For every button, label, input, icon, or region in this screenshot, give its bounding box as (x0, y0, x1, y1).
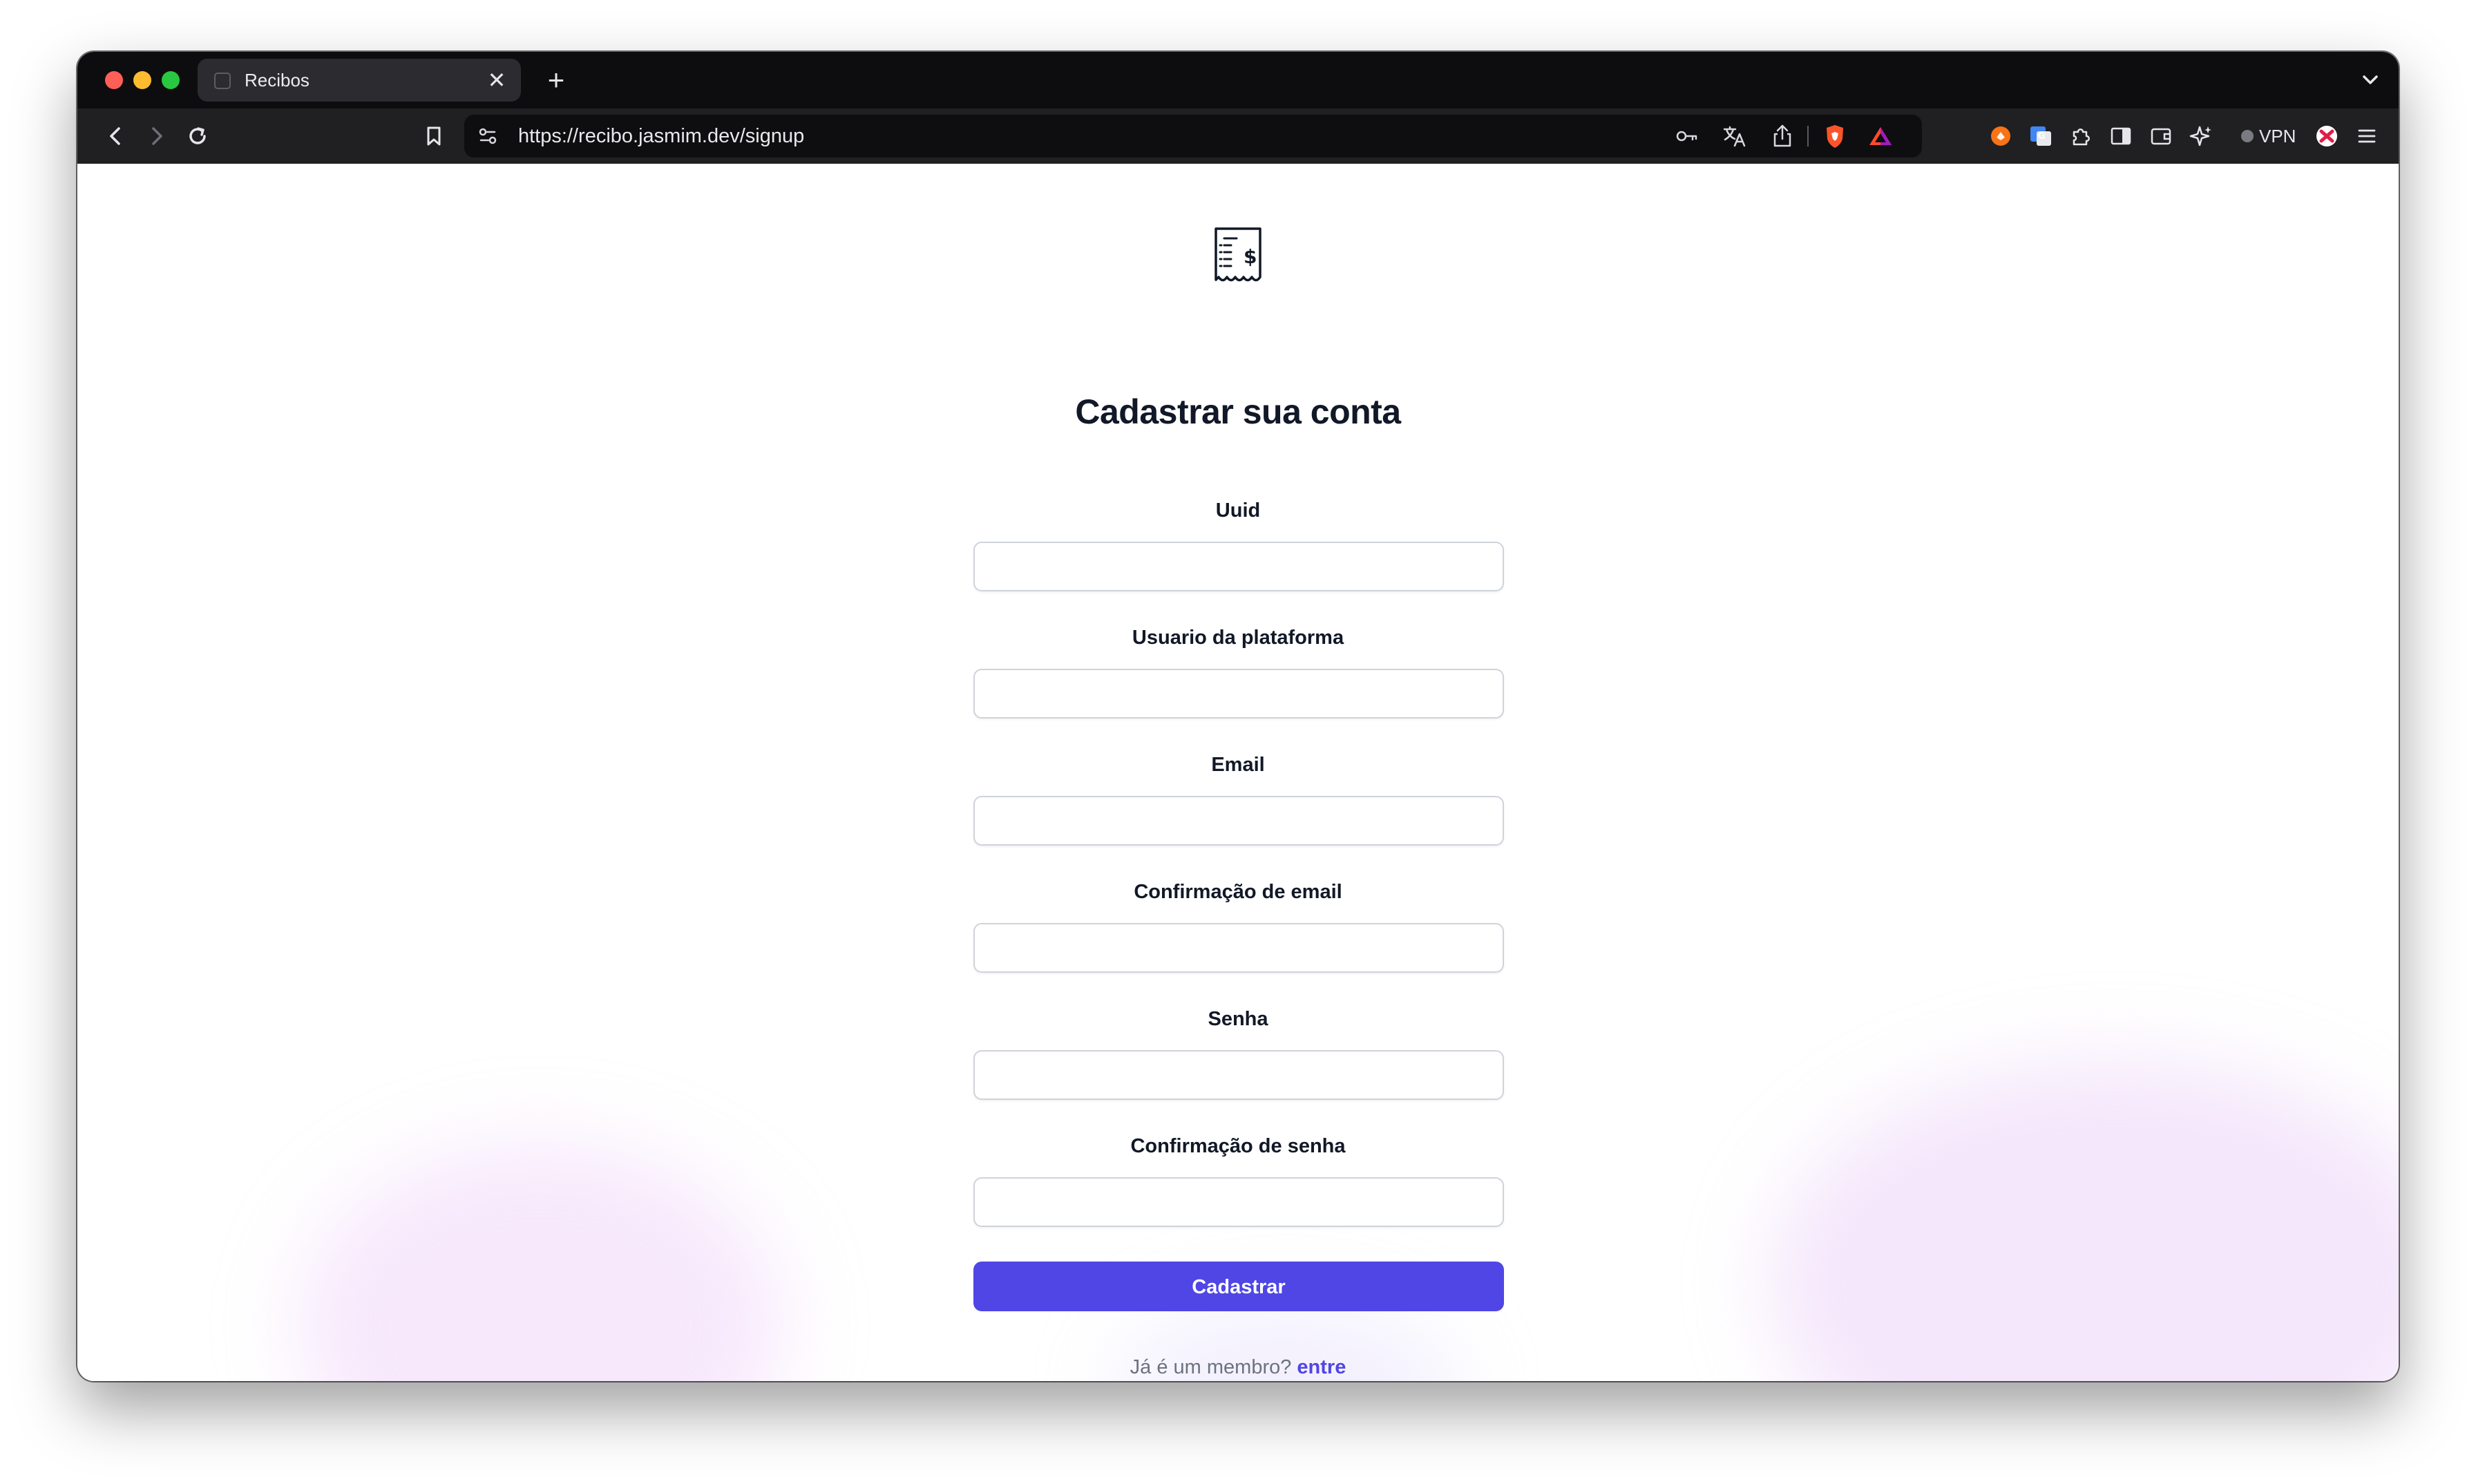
wallet-extension-icon[interactable] (1984, 120, 2017, 153)
close-window-button[interactable] (105, 71, 123, 89)
translate-icon[interactable] (1717, 120, 1751, 153)
browser-toolbar: https://recibo.jasmim.dev/signup G VPN (77, 108, 2399, 164)
url-text[interactable]: https://recibo.jasmim.dev/signup (518, 125, 804, 147)
minimize-window-button[interactable] (133, 71, 151, 89)
extensions-icon[interactable] (2064, 120, 2097, 153)
uuid-label: Uuid (1215, 500, 1261, 522)
site-settings-icon[interactable] (471, 120, 504, 153)
profile-icon[interactable] (2310, 120, 2343, 153)
svg-text:$: $ (1244, 245, 1257, 268)
password-label: Senha (1208, 1008, 1268, 1030)
login-prompt: Já é um membro? entre (77, 1356, 2399, 1379)
uuid-input[interactable] (973, 542, 1504, 591)
leo-ai-icon[interactable] (2184, 120, 2218, 153)
sidebar-icon[interactable] (2104, 120, 2137, 153)
address-bar-divider (1807, 126, 1809, 146)
vpn-button[interactable]: VPN (2233, 121, 2304, 151)
brave-rewards-icon[interactable] (1864, 120, 1897, 153)
vpn-icon (2241, 130, 2254, 142)
new-tab-button[interactable]: + (539, 63, 573, 97)
email-confirmation-input[interactable] (973, 923, 1504, 973)
menu-icon[interactable] (2350, 120, 2383, 153)
signup-button[interactable]: Cadastrar (973, 1262, 1504, 1311)
member-prompt-text: Já é um membro? (1130, 1356, 1292, 1378)
password-input[interactable] (973, 1050, 1504, 1100)
screen: Recibos ✕ + https://recibo.jasmim.dev/si… (0, 0, 2476, 1484)
google-translate-extension-icon[interactable]: G (2024, 120, 2057, 153)
wallet-icon[interactable] (2144, 120, 2178, 153)
tab-title: Recibos (245, 70, 310, 91)
zoom-window-button[interactable] (162, 71, 180, 89)
email-label: Email (1211, 754, 1265, 776)
username-label: Usuario da plataforma (1132, 627, 1344, 649)
brave-shield-icon[interactable] (1818, 120, 1851, 153)
password-confirmation-input[interactable] (973, 1177, 1504, 1227)
signup-page: $ Cadastrar sua conta Uuid Usuario da pl… (77, 164, 2399, 1381)
address-bar[interactable]: https://recibo.jasmim.dev/signup (464, 115, 1922, 158)
tab-list-icon[interactable] (2354, 64, 2386, 96)
receipt-logo-icon: $ (1210, 225, 1266, 287)
back-arrow-icon[interactable] (99, 120, 133, 153)
svg-text:G: G (2038, 131, 2046, 142)
email-input[interactable] (973, 796, 1504, 846)
forward-arrow-icon[interactable] (140, 120, 173, 153)
tab-strip: Recibos ✕ + (77, 52, 2399, 108)
password-confirmation-label: Confirmação de senha (1130, 1135, 1346, 1157)
email-confirmation-label: Confirmação de email (1134, 881, 1342, 903)
key-icon[interactable] (1670, 120, 1704, 153)
background-glow-right (1770, 1062, 2399, 1381)
bookmark-icon[interactable] (417, 120, 450, 153)
tab-recibos[interactable]: Recibos ✕ (198, 59, 521, 102)
share-icon[interactable] (1766, 120, 1799, 153)
browser-window: Recibos ✕ + https://recibo.jasmim.dev/si… (77, 52, 2399, 1381)
login-link[interactable]: entre (1297, 1356, 1346, 1378)
background-glow-left (298, 1145, 782, 1381)
favicon-icon (214, 73, 231, 89)
tab-close-button[interactable]: ✕ (484, 67, 510, 93)
username-input[interactable] (973, 669, 1504, 719)
vpn-label: VPN (2259, 125, 2296, 146)
page-title: Cadastrar sua conta (1075, 392, 1401, 431)
reload-icon[interactable] (181, 120, 214, 153)
